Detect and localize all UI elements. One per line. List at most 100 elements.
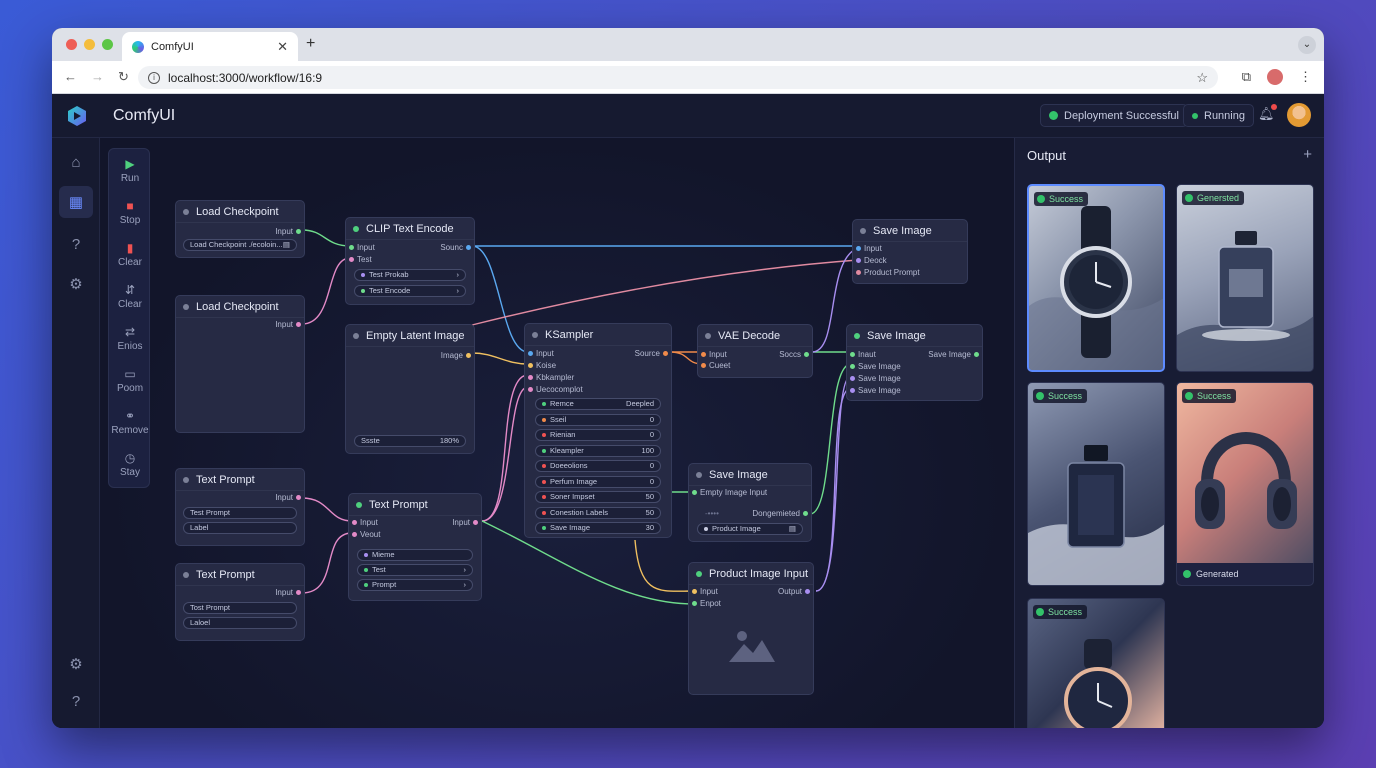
checkpoint-field[interactable]: Load Checkpoint ./ecoloin... ▤ [183, 239, 297, 251]
ksampler-field[interactable]: Kleampler 100 [535, 444, 661, 457]
ksampler-field[interactable]: Remce Deepled [535, 398, 661, 410]
input-port[interactable]: Empty Image Input [689, 488, 767, 497]
output-port[interactable]: Output [778, 587, 813, 596]
home-icon[interactable]: ⌂ [59, 146, 93, 178]
prompt-field[interactable]: Tost Prompt [183, 602, 297, 614]
output-port[interactable]: Input [275, 320, 304, 329]
settings-icon[interactable]: ⚙ [59, 268, 93, 300]
browser-tab[interactable]: ComfyUI ✕ [122, 32, 298, 61]
forward-icon[interactable]: → [91, 69, 104, 85]
enios-button[interactable]: ⇄ Enios [109, 325, 151, 352]
output-thumbnail[interactable]: Success [1027, 184, 1165, 372]
prompt-field[interactable]: Prompt › [357, 579, 473, 591]
address-bar[interactable]: i localhost:3000/workflow/16:9 ☆ [138, 66, 1218, 89]
input-port[interactable]: Input [698, 350, 727, 359]
text-field[interactable]: Test Prokab › [354, 269, 466, 281]
help-icon[interactable]: ? [59, 228, 93, 260]
output-port[interactable]: Sounc [440, 243, 474, 252]
reload-icon[interactable]: ↻ [118, 69, 129, 85]
input-port[interactable]: Test [346, 255, 372, 264]
product-image-field[interactable]: Product Image ▤ [697, 523, 803, 535]
output-thumbnail[interactable]: Success [1027, 598, 1165, 728]
minimize-window-button[interactable] [84, 39, 95, 50]
output-port[interactable]: Source [635, 349, 671, 358]
label-field[interactable]: Laloel [183, 617, 297, 629]
node-save-image-mid[interactable]: Save Image Inaut Save Image Save Image S… [846, 324, 983, 401]
tab-search-button[interactable]: ⌄ [1298, 36, 1316, 54]
input-port[interactable]: Koise [525, 361, 556, 370]
close-window-button[interactable] [66, 39, 77, 50]
node-ksampler[interactable]: KSampler Input Koise Kbkampler Uecocompl… [524, 323, 672, 538]
ksampler-field[interactable]: Save Image 30 [535, 522, 661, 534]
output-thumbnail[interactable]: Success Generated [1176, 382, 1314, 586]
text-field[interactable]: Test › [357, 564, 473, 576]
input-port[interactable]: Save Image [847, 362, 901, 371]
deployment-status-badge[interactable]: Deployment Successful [1040, 104, 1188, 127]
preferences-gear-icon[interactable]: ⚙ [59, 648, 93, 680]
user-avatar[interactable] [1287, 103, 1311, 127]
output-port[interactable]: Input [275, 493, 304, 502]
workflow-grid-icon[interactable]: ▦ [59, 186, 93, 218]
extensions-icon[interactable]: ⧉ [1242, 69, 1251, 85]
output-port[interactable]: Input [275, 227, 304, 236]
input-port[interactable]: Input [349, 518, 378, 527]
input-port[interactable]: Save Image [847, 386, 901, 395]
input-port[interactable]: Input [689, 587, 718, 596]
input-port[interactable]: Product Prompt [853, 268, 920, 277]
clear-queue-button[interactable]: ⇵ Clear [109, 283, 151, 310]
input-port[interactable]: Input [346, 243, 375, 252]
prompt-field[interactable]: Test Prompt [183, 507, 297, 519]
output-port[interactable]: Input [452, 518, 481, 527]
input-port[interactable]: Uecocomplot [525, 385, 583, 394]
run-button[interactable]: ▶ Run [109, 157, 151, 184]
notification-bell-icon[interactable]: 🔔︎ [1258, 104, 1277, 124]
output-port[interactable]: Save Image [928, 350, 982, 359]
room-button[interactable]: ▭ Poom [109, 367, 151, 394]
output-thumbnail[interactable]: Success [1027, 382, 1165, 586]
browser-menu-icon[interactable]: ⋮ [1299, 69, 1312, 85]
label-field[interactable]: Label [183, 522, 297, 534]
output-port[interactable]: Dongemieted [752, 509, 811, 518]
ksampler-field[interactable]: Sseil 0 [535, 413, 661, 426]
node-text-prompt[interactable]: Text Prompt Input Test Prompt Label [175, 468, 305, 546]
output-port[interactable]: Soccs [779, 350, 812, 359]
output-port[interactable]: Input [275, 588, 304, 597]
ksampler-field[interactable]: Conestion Labels 50 [535, 506, 661, 519]
node-clip-text-encode[interactable]: CLIP Text Encode Input Test Sounc Test P… [345, 217, 475, 305]
input-port[interactable]: Input [525, 349, 554, 358]
input-port[interactable]: Deock [853, 256, 887, 265]
ksampler-field[interactable]: Doeeolions 0 [535, 460, 661, 472]
add-output-icon[interactable]: + [1303, 146, 1312, 163]
name-field[interactable]: Mieme [357, 549, 473, 561]
ksampler-field[interactable]: Perfum Image 0 [535, 475, 661, 488]
clear-button[interactable]: ▮ Clear [109, 241, 151, 268]
stay-button[interactable]: ◷ Stay [109, 451, 151, 478]
input-port[interactable]: Inaut [847, 350, 876, 359]
running-status-badge[interactable]: Running [1183, 104, 1254, 127]
input-port[interactable]: Kbkampler [525, 373, 574, 382]
input-port[interactable]: Enpot [689, 599, 721, 608]
ksampler-field[interactable]: Soner Impset 50 [535, 491, 661, 503]
workflow-canvas[interactable]: ▶ Run ■ Stop ▮ Clear ⇵ Clear ⇄ Enios ▭ Poom ⚭ R… [100, 138, 1014, 728]
node-text-prompt-mid[interactable]: Text Prompt Input Veout Input Mieme Test… [348, 493, 482, 601]
close-tab-icon[interactable]: ✕ [277, 39, 288, 55]
size-field[interactable]: Ssste 180% [354, 435, 466, 447]
node-save-image-low[interactable]: Save Image Empty Image Input -•••• Donge… [688, 463, 812, 542]
input-port[interactable]: Input [853, 244, 882, 253]
node-empty-latent-image[interactable]: Empty Latent Image Image Ssste 180% [345, 324, 475, 454]
profile-avatar-icon[interactable] [1267, 69, 1283, 85]
node-save-image-top[interactable]: Save Image Input Deock Product Prompt [852, 219, 968, 284]
input-port[interactable]: Veout [349, 530, 380, 539]
input-port[interactable]: Save Image [847, 374, 901, 383]
node-text-prompt-2[interactable]: Text Prompt Input Tost Prompt Laloel [175, 563, 305, 641]
node-load-checkpoint[interactable]: Load Checkpoint Input Load Checkpoint ./… [175, 200, 305, 258]
remove-button[interactable]: ⚭ Remove [109, 409, 151, 436]
output-thumbnail[interactable]: Genersted [1176, 184, 1314, 372]
node-load-checkpoint-2[interactable]: Load Checkpoint Input [175, 295, 305, 433]
site-info-icon[interactable]: i [148, 71, 160, 84]
new-tab-button[interactable]: + [306, 35, 315, 53]
ksampler-field[interactable]: Rienian 0 [535, 429, 661, 441]
output-port[interactable]: Image [441, 351, 474, 360]
node-product-image-input[interactable]: Product Image Input Input Enpot Output [688, 562, 814, 695]
stop-button[interactable]: ■ Stop [109, 199, 151, 226]
